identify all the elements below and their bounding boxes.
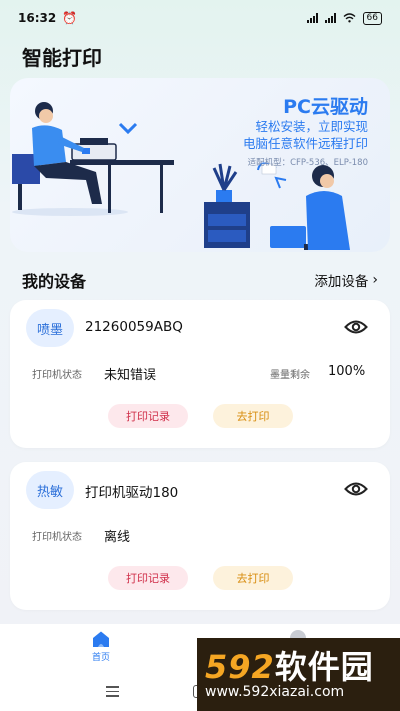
signal-icon-2 (324, 13, 336, 23)
watermark-number: 592 (205, 648, 275, 686)
my-devices-title: 我的设备 (22, 272, 87, 291)
watermark-text: 软件园 (274, 648, 374, 686)
pc-driver-banner[interactable]: PC云驱动 轻松安装，立即实现 电脑任意软件远程打印 适配机型：CFP-536、… (10, 78, 390, 252)
chevron-right-icon: › (372, 272, 378, 288)
banner-subtitle: 轻松安装，立即实现 电脑任意软件远程打印 (243, 118, 368, 152)
watermark-brand: 592软件园 (205, 642, 374, 688)
go-print-button[interactable]: 去打印 (213, 404, 293, 428)
page-title: 智能打印 (22, 46, 102, 70)
status-time: 16:32 (18, 11, 57, 25)
printer-status-value: 离线 (104, 530, 131, 545)
eye-icon[interactable] (344, 318, 368, 336)
status-bar: 16:32 ⏰ 66 (0, 0, 400, 36)
printer-status-label: 打印机状态 (32, 532, 82, 543)
device-card[interactable]: 喷墨 21260059ABQ 打印机状态 未知错误 墨量剩余 100% 打印记录… (10, 300, 390, 448)
banner-models: 适配机型：CFP-536、ELP-180 (247, 158, 368, 168)
device-name: 打印机驱动180 (85, 485, 179, 501)
device-card[interactable]: 热敏 打印机驱动180 打印机状态 离线 打印记录 去打印 (10, 462, 390, 610)
banner-title: PC云驱动 (283, 96, 368, 118)
device-type-badge: 热敏 (26, 471, 74, 509)
banner-line-2: 电脑任意软件远程打印 (242, 136, 368, 151)
wifi-icon (343, 13, 356, 23)
eye-icon[interactable] (344, 480, 368, 498)
tab-home[interactable]: 首页 (84, 630, 118, 663)
ink-remaining-label: 墨量剩余 (270, 370, 310, 381)
print-record-button[interactable]: 打印记录 (108, 566, 188, 590)
alarm-icon: ⏰ (62, 11, 78, 25)
device-name: 21260059ABQ (85, 319, 183, 335)
banner-line-1: 轻松安装，立即实现 (255, 119, 368, 134)
printer-status-value: 未知错误 (104, 368, 157, 383)
watermark: 592软件园 www.592xiazai.com (197, 638, 400, 711)
home-icon (93, 631, 109, 647)
add-device-button[interactable]: 添加设备 › (314, 270, 378, 290)
device-type-badge: 喷墨 (26, 309, 74, 347)
print-record-button[interactable]: 打印记录 (108, 404, 188, 428)
signal-icon (306, 13, 318, 23)
battery-icon: 66 (362, 11, 382, 25)
menu-icon[interactable] (106, 686, 119, 700)
add-device-label: 添加设备 (314, 274, 369, 290)
status-icons: 66 (306, 11, 382, 25)
my-devices-header: 我的设备 添加设备 › (22, 268, 378, 292)
watermark-url: www.592xiazai.com (205, 684, 345, 700)
tab-home-label: 首页 (91, 653, 110, 663)
office-illustration-left (12, 102, 174, 216)
ink-remaining-value: 100% (328, 364, 366, 379)
printer-status-label: 打印机状态 (32, 370, 82, 381)
go-print-button[interactable]: 去打印 (213, 566, 293, 590)
remote-print-illustration (204, 162, 350, 250)
